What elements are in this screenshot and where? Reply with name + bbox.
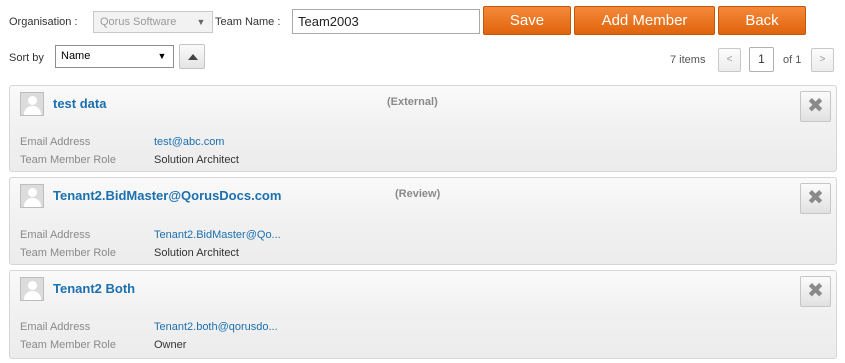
member-role: Owner xyxy=(154,339,187,351)
role-label: Team Member Role xyxy=(20,154,116,166)
top-toolbar: Organisation : Qorus Software ▼ Team Nam… xyxy=(0,0,845,40)
sort-by-label: Sort by xyxy=(9,52,44,64)
chevron-down-icon: ▼ xyxy=(196,17,206,27)
avatar-icon xyxy=(20,184,44,208)
close-icon[interactable]: ✖ xyxy=(800,91,831,122)
back-button[interactable]: Back xyxy=(718,6,806,35)
organisation-label: Organisation : xyxy=(9,16,78,28)
prev-page-button[interactable]: < xyxy=(718,48,741,72)
member-card: Tenant2.BidMaster@QorusDocs.com (Review)… xyxy=(9,177,837,265)
email-label: Email Address xyxy=(20,321,91,333)
sort-select[interactable]: Name ▼ xyxy=(55,45,174,68)
items-count: 7 items xyxy=(670,54,706,66)
email-label: Email Address xyxy=(20,136,91,148)
team-name-label: Team Name : xyxy=(215,16,281,28)
member-name[interactable]: test data xyxy=(53,96,106,111)
sort-select-value: Name xyxy=(61,50,91,62)
member-role: Solution Architect xyxy=(154,247,239,259)
team-name-input[interactable]: Team2003 xyxy=(292,9,480,34)
sort-direction-button[interactable] xyxy=(179,44,205,69)
close-icon[interactable]: ✖ xyxy=(800,183,831,214)
member-type-badge: (External) xyxy=(387,96,438,108)
member-email[interactable]: test@abc.com xyxy=(154,136,224,148)
current-page-input[interactable]: 1 xyxy=(749,47,774,72)
save-button[interactable]: Save xyxy=(483,6,571,35)
avatar-icon xyxy=(20,92,44,116)
page-total: of 1 xyxy=(783,54,802,66)
chevron-down-icon: ▼ xyxy=(157,51,167,61)
avatar-icon xyxy=(20,277,44,301)
close-icon[interactable]: ✖ xyxy=(800,276,831,307)
member-type-badge: (Review) xyxy=(395,188,441,200)
member-card: Tenant2 Both Email Address Tenant2.both@… xyxy=(9,270,837,359)
role-label: Team Member Role xyxy=(20,247,116,259)
member-email[interactable]: Tenant2.both@qorusdo... xyxy=(154,321,278,333)
triangle-up-icon xyxy=(188,54,198,60)
member-name[interactable]: Tenant2.BidMaster@QorusDocs.com xyxy=(53,188,281,203)
member-card: test data (External) Email Address test@… xyxy=(9,85,837,172)
member-name[interactable]: Tenant2 Both xyxy=(53,281,135,296)
add-member-button[interactable]: Add Member xyxy=(574,6,715,35)
organisation-select: Qorus Software ▼ xyxy=(93,11,213,33)
role-label: Team Member Role xyxy=(20,339,116,351)
email-label: Email Address xyxy=(20,229,91,241)
member-role: Solution Architect xyxy=(154,154,239,166)
organisation-value: Qorus Software xyxy=(100,16,177,28)
next-page-button[interactable]: > xyxy=(811,48,834,72)
member-email[interactable]: Tenant2.BidMaster@Qo... xyxy=(154,229,281,241)
